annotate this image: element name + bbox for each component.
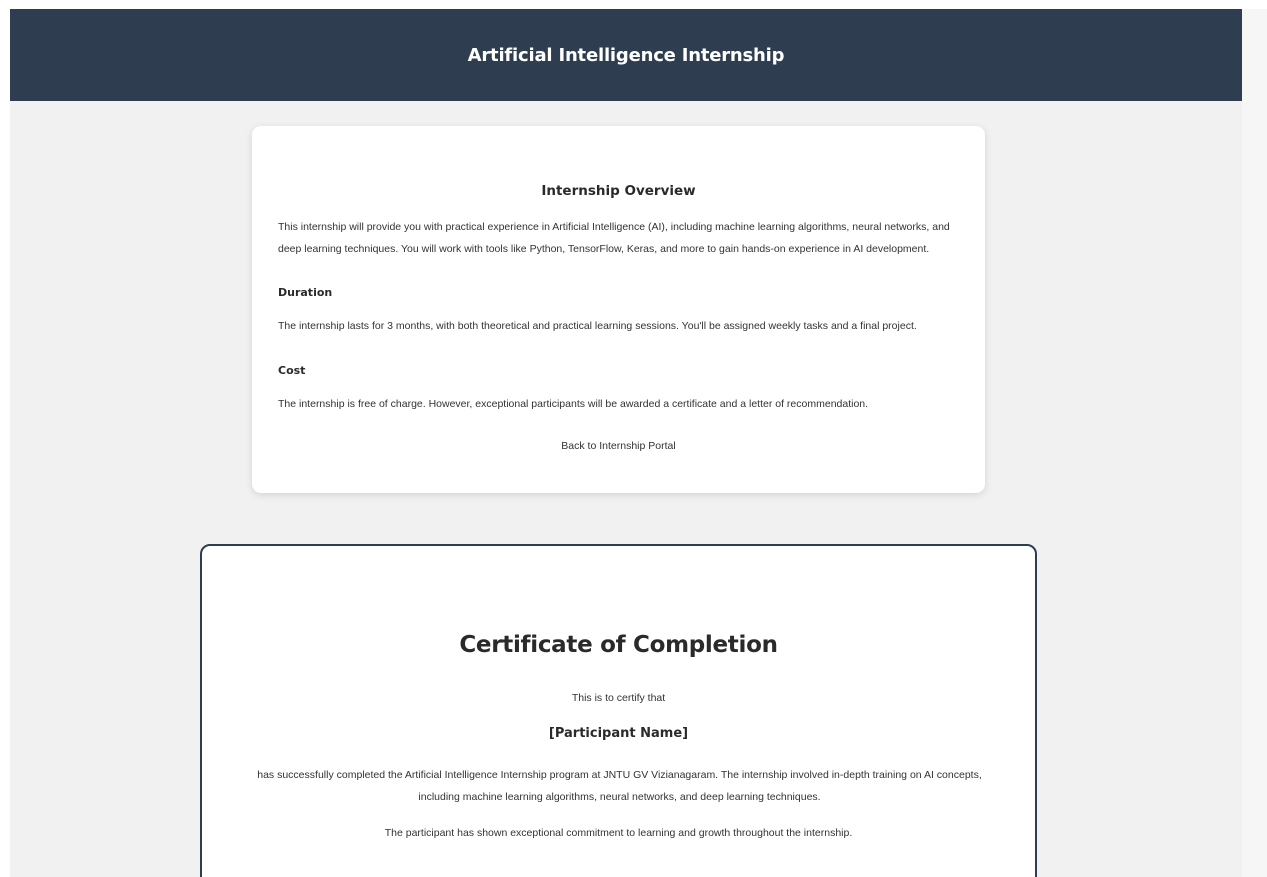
page-title: Artificial Intelligence Internship bbox=[467, 44, 785, 66]
certificate-title: Certificate of Completion bbox=[459, 632, 778, 658]
duration-heading: Duration bbox=[278, 286, 333, 299]
page-body: Artificial Intelligence Internship Inter… bbox=[10, 9, 1242, 877]
overview-title: Internship Overview bbox=[541, 183, 696, 199]
overview-intro-text: This internship will provide you with pr… bbox=[278, 221, 950, 255]
back-to-portal-link[interactable]: Back to Internship Portal bbox=[252, 440, 985, 452]
participant-name: [Participant Name] bbox=[548, 726, 689, 741]
cost-text: The internship is free of charge. Howeve… bbox=[278, 398, 869, 410]
commitment-text: The participant has shown exceptional co… bbox=[384, 827, 853, 839]
certify-line: This is to certify that bbox=[571, 692, 666, 704]
certificate-card: Certificate of Completion This is to cer… bbox=[200, 544, 1037, 877]
certificate-body-text: has successfully completed the Artificia… bbox=[257, 769, 982, 803]
internship-overview-card: Internship Overview This internship will… bbox=[252, 126, 985, 493]
duration-text: The internship lasts for 3 months, with … bbox=[278, 320, 917, 332]
site-header: Artificial Intelligence Internship bbox=[10, 9, 1242, 101]
cost-heading: Cost bbox=[278, 364, 306, 377]
scrollbar-track[interactable] bbox=[1242, 9, 1267, 877]
